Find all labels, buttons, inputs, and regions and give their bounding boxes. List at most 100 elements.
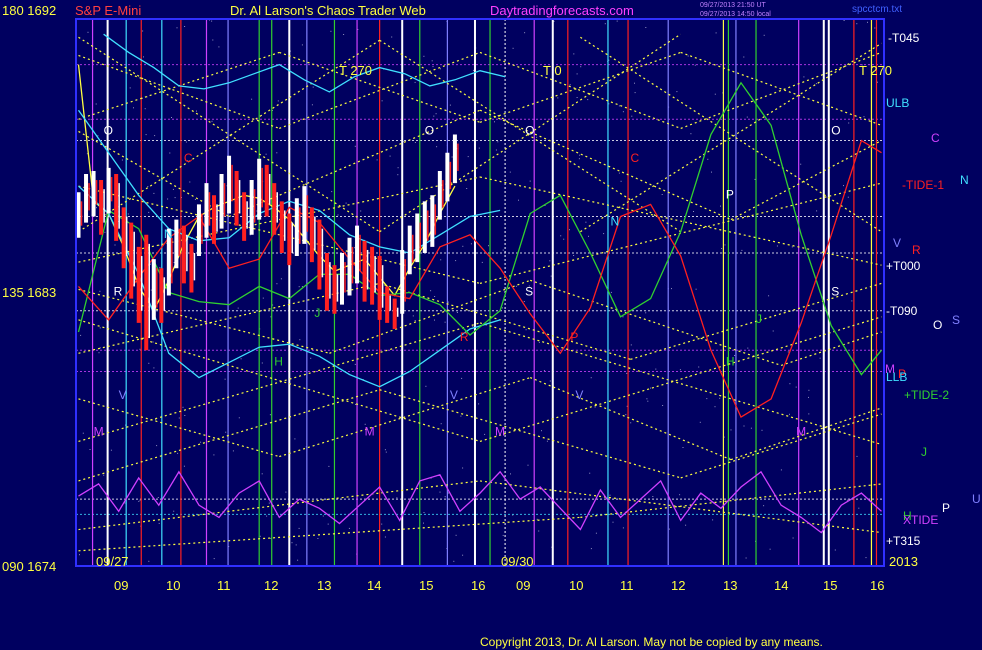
star-dot bbox=[348, 527, 350, 529]
star-dot bbox=[262, 297, 264, 299]
star-dot bbox=[155, 419, 157, 421]
star-dot bbox=[177, 452, 179, 454]
star-dot bbox=[527, 464, 529, 466]
star-dot bbox=[497, 141, 499, 143]
right-label: N bbox=[960, 173, 969, 187]
star-dot bbox=[518, 199, 519, 201]
star-dot bbox=[502, 534, 504, 536]
y-label-bottom: 090 1674 bbox=[2, 559, 56, 574]
star-dot bbox=[630, 344, 632, 346]
star-dot bbox=[354, 145, 356, 147]
x-tick-label: 15 bbox=[823, 578, 837, 593]
right-label: +T315 bbox=[886, 534, 921, 548]
star-dot bbox=[176, 27, 178, 29]
star-dot bbox=[478, 147, 480, 149]
star-dot bbox=[720, 205, 721, 207]
star-dot bbox=[331, 191, 333, 193]
right-label: U bbox=[972, 492, 981, 506]
star-dot bbox=[509, 171, 511, 173]
star-dot bbox=[104, 231, 106, 233]
star-dot bbox=[301, 44, 303, 46]
star-dot bbox=[610, 291, 612, 293]
star-dot bbox=[173, 510, 175, 512]
star-dot bbox=[156, 445, 158, 447]
star-dot bbox=[834, 549, 836, 551]
star-dot bbox=[724, 244, 726, 246]
top-marker: T 0 bbox=[543, 63, 562, 78]
right-label: S bbox=[952, 313, 960, 327]
star-dot bbox=[157, 497, 159, 498]
symbol-label: S&P E-Mini bbox=[75, 3, 141, 18]
star-dot bbox=[153, 367, 155, 369]
star-dot bbox=[312, 86, 314, 88]
star-dot bbox=[693, 211, 694, 212]
x-tick-label: 13 bbox=[317, 578, 331, 593]
star-dot bbox=[259, 535, 261, 537]
star-dot bbox=[396, 497, 398, 499]
timestamp-local: 09/27/2013 14:50 local bbox=[700, 11, 771, 18]
star-dot bbox=[746, 116, 748, 118]
star-dot bbox=[328, 465, 330, 467]
star-dot bbox=[462, 554, 464, 556]
star-dot bbox=[171, 117, 172, 118]
inner-label: O bbox=[425, 123, 434, 137]
star-dot bbox=[466, 188, 468, 189]
star-dot bbox=[594, 406, 596, 408]
star-dot bbox=[310, 357, 312, 359]
site-title: Dr. Al Larson's Chaos Trader Web bbox=[230, 3, 426, 18]
star-dot bbox=[595, 532, 597, 534]
star-dot bbox=[560, 235, 562, 237]
star-dot bbox=[462, 245, 464, 247]
star-dot bbox=[159, 267, 161, 268]
star-dot bbox=[541, 430, 542, 432]
star-dot bbox=[808, 389, 810, 391]
y-label-mid: 135 1683 bbox=[2, 285, 56, 300]
right-label: +T000 bbox=[886, 259, 921, 273]
star-dot bbox=[414, 320, 416, 321]
star-dot bbox=[327, 523, 329, 525]
inner-label: R bbox=[460, 330, 469, 344]
star-dot bbox=[200, 441, 202, 443]
star-dot bbox=[490, 513, 492, 515]
x-tick-label: 16 bbox=[870, 578, 884, 593]
right-label: -T045 bbox=[888, 31, 920, 45]
star-dot bbox=[620, 180, 622, 182]
star-dot bbox=[139, 348, 141, 350]
star-dot bbox=[261, 362, 263, 364]
star-dot bbox=[143, 56, 144, 58]
star-dot bbox=[695, 288, 697, 290]
star-dot bbox=[412, 315, 414, 317]
star-dot bbox=[494, 121, 495, 123]
star-dot bbox=[381, 100, 383, 102]
right-label: LLB bbox=[886, 370, 907, 384]
star-dot bbox=[264, 423, 266, 425]
star-dot bbox=[169, 152, 171, 154]
star-dot bbox=[184, 415, 186, 416]
year-label: 2013 bbox=[889, 554, 918, 569]
star-dot bbox=[444, 496, 446, 498]
star-dot bbox=[589, 472, 591, 474]
star-dot bbox=[538, 530, 540, 532]
star-dot bbox=[846, 499, 848, 501]
star-dot bbox=[397, 167, 399, 169]
star-dot bbox=[634, 92, 636, 94]
star-dot bbox=[470, 243, 472, 245]
x-tick-label: 10 bbox=[569, 578, 583, 593]
right-label: J bbox=[921, 445, 927, 459]
date-label-2: 09/30 bbox=[501, 554, 534, 569]
star-dot bbox=[603, 233, 605, 235]
star-dot bbox=[578, 158, 580, 160]
top-marker: T 270 bbox=[859, 63, 892, 78]
star-dot bbox=[194, 199, 196, 200]
star-dot bbox=[268, 502, 270, 504]
star-dot bbox=[510, 473, 511, 475]
star-dot bbox=[90, 118, 92, 120]
star-dot bbox=[612, 521, 614, 523]
star-dot bbox=[440, 259, 442, 261]
inner-label: S bbox=[525, 285, 533, 299]
inner-label: S bbox=[831, 285, 839, 299]
star-dot bbox=[763, 505, 765, 507]
star-dot bbox=[679, 369, 681, 371]
site-url[interactable]: Daytradingforecasts.com bbox=[490, 3, 634, 18]
star-dot bbox=[525, 329, 527, 331]
